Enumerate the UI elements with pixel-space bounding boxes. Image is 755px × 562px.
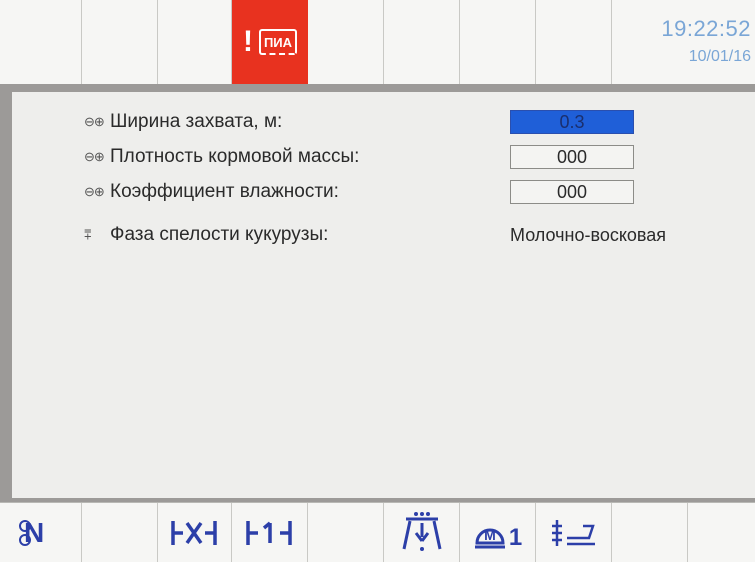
top-cell-1[interactable] xyxy=(0,0,82,84)
svg-text:M: M xyxy=(484,527,496,543)
setting-label-phase: Фаза спелости кукурузы: xyxy=(110,224,329,245)
phase-value[interactable]: Молочно-восковая xyxy=(510,225,666,246)
crop-flow-icon xyxy=(402,511,441,551)
adjust-icon[interactable]: ⊖⊕ xyxy=(84,184,110,200)
setting-row-moisture: ⊖⊕ Коэффициент влажности: xyxy=(84,178,339,206)
setting-label-density: Плотность кормовой массы: xyxy=(110,146,360,167)
top-cell-6[interactable] xyxy=(384,0,460,84)
bottom-cell-2[interactable] xyxy=(82,503,158,562)
clock-time: 19:22:52 xyxy=(661,16,751,41)
cutter-one-button[interactable] xyxy=(232,503,308,562)
cutter-gap-icon xyxy=(170,520,217,545)
alarm-indicator[interactable]: ! ПИА xyxy=(232,0,308,84)
setting-label-width: Ширина захвата, м: xyxy=(110,111,283,132)
bottom-cell-9[interactable] xyxy=(612,503,688,562)
top-cell-8[interactable] xyxy=(536,0,612,84)
clock: 19:22:52 10/01/16 xyxy=(661,16,751,68)
moisture-field[interactable]: 000 xyxy=(510,180,634,204)
crop-flow-button[interactable] xyxy=(384,503,460,562)
density-field[interactable]: 000 xyxy=(510,145,634,169)
top-cell-5[interactable] xyxy=(308,0,384,84)
top-cell-7[interactable] xyxy=(460,0,536,84)
header-height-button[interactable] xyxy=(536,503,612,562)
motor-button[interactable]: M 1 xyxy=(460,503,536,562)
neutral-button[interactable]: N xyxy=(0,503,82,562)
top-bar: ! ПИА 19:22:52 10/01/16 xyxy=(0,0,755,84)
header-height-icon xyxy=(551,519,595,546)
selector-icon[interactable]: ⩱ xyxy=(84,227,110,243)
setting-row-width: ⊖⊕ Ширина захвата, м: xyxy=(84,108,282,136)
alarm-exclamation-icon: ! xyxy=(243,25,253,58)
cutter-gap-button[interactable] xyxy=(158,503,232,562)
adjust-icon[interactable]: ⊖⊕ xyxy=(84,149,110,165)
bottom-cell-5[interactable] xyxy=(308,503,384,562)
setting-row-density: ⊖⊕ Плотность кормовой массы: xyxy=(84,143,359,171)
setting-label-moisture: Коэффициент влажности: xyxy=(110,181,339,202)
width-field[interactable]: 0.3 xyxy=(510,110,634,134)
neutral-label: N xyxy=(24,517,45,548)
alarm-badge: ПИА xyxy=(259,29,297,55)
bottom-bar: N M 1 xyxy=(0,502,755,562)
cutter-one-icon xyxy=(245,520,292,545)
top-cell-3[interactable] xyxy=(158,0,232,84)
motor-number: 1 xyxy=(508,523,523,551)
setting-row-phase: ⩱ Фаза спелости кукурузы: xyxy=(84,221,328,249)
adjust-icon[interactable]: ⊖⊕ xyxy=(84,114,110,130)
clock-date: 10/01/16 xyxy=(688,48,751,65)
motor-icon: M xyxy=(474,527,505,548)
top-cell-2[interactable] xyxy=(82,0,158,84)
